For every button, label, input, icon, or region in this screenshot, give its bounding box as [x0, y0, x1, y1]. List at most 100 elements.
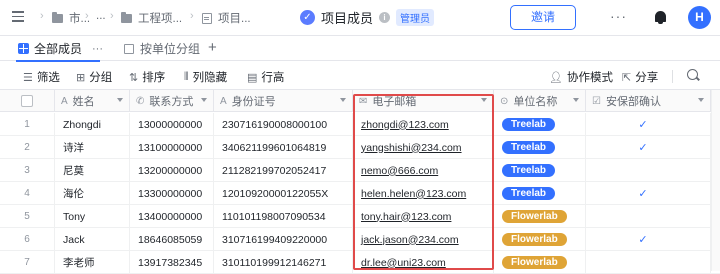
column-header-email[interactable]: ✉ 电子邮箱: [353, 90, 494, 112]
checkmark-icon[interactable]: ✓: [638, 187, 647, 200]
avatar[interactable]: H: [688, 6, 711, 29]
phone-cell[interactable]: 13200000000: [130, 159, 214, 182]
tab-more-icon[interactable]: ···: [92, 43, 103, 55]
group-button[interactable]: ⊞ 分组: [76, 69, 112, 85]
email-cell[interactable]: zhongdi@123.com: [353, 113, 494, 136]
company-cell[interactable]: Treelab: [494, 113, 586, 136]
security-confirm-cell[interactable]: ✓: [586, 182, 711, 205]
row-number-cell[interactable]: 2: [0, 136, 55, 159]
search-icon[interactable]: [687, 69, 698, 80]
column-header-company[interactable]: ⊙ 单位名称: [494, 90, 586, 112]
info-icon[interactable]: i: [379, 12, 391, 23]
add-view-button[interactable]: +: [208, 39, 217, 56]
name-cell[interactable]: 海伦: [55, 182, 130, 205]
security-confirm-cell[interactable]: [586, 205, 711, 228]
phone-cell[interactable]: 13000000000: [130, 113, 214, 136]
id-number-cell[interactable]: 310716199409220000: [214, 228, 353, 251]
user-icon: 👤︎: [549, 71, 563, 84]
email-link[interactable]: tony.hair@123.com: [361, 211, 451, 223]
name-cell[interactable]: Zhongdi: [55, 113, 130, 136]
breadcrumb-item-3[interactable]: 项目...: [202, 10, 251, 26]
company-cell[interactable]: Treelab: [494, 159, 586, 182]
email-link[interactable]: helen.helen@123.com: [361, 188, 466, 200]
id-number-cell[interactable]: 110101198007090534: [214, 205, 353, 228]
row-number-cell[interactable]: 6: [0, 228, 55, 251]
row-number-cell[interactable]: 3: [0, 159, 55, 182]
email-cell[interactable]: tony.hair@123.com: [353, 205, 494, 228]
phone-cell[interactable]: 13400000000: [130, 205, 214, 228]
single-select-icon: ⊙: [500, 95, 509, 107]
table-row[interactable]: 1 Zhongdi 13000000000 230716190008000100 zho…: [0, 113, 720, 136]
row-number-cell[interactable]: 4: [0, 182, 55, 205]
row-height-button[interactable]: ▤ 行高: [247, 69, 284, 85]
table-row[interactable]: 3 尼莫 13200000000 211282199702052417 nemo@666…: [0, 159, 720, 182]
tab-group-by-company[interactable]: 按单位分组: [124, 36, 200, 61]
phone-cell[interactable]: 18646085059: [130, 228, 214, 251]
name-cell[interactable]: Jack: [55, 228, 130, 251]
column-header-id-number[interactable]: A 身份证号: [214, 90, 353, 112]
notification-bell-icon[interactable]: [655, 11, 666, 24]
name-cell[interactable]: 诗洋: [55, 136, 130, 159]
security-confirm-cell[interactable]: ✓: [586, 228, 711, 251]
email-link[interactable]: zhongdi@123.com: [361, 119, 449, 131]
name-cell[interactable]: Tony: [55, 205, 130, 228]
company-cell[interactable]: Flowerlab: [494, 205, 586, 228]
id-number-cell[interactable]: 340621199601064819: [214, 136, 353, 159]
email-cell[interactable]: helen.helen@123.com: [353, 182, 494, 205]
more-options-icon[interactable]: ···: [610, 8, 627, 24]
id-number-cell[interactable]: 230716190008000100: [214, 113, 353, 136]
phone-cell[interactable]: 13300000000: [130, 182, 214, 205]
share-button[interactable]: ⇱ 分享: [622, 69, 658, 85]
chevron-down-icon[interactable]: [340, 98, 346, 102]
security-confirm-cell[interactable]: ✓: [586, 113, 711, 136]
table-row[interactable]: 4 海伦 13300000000 12010920000122055X helen.he…: [0, 182, 720, 205]
chevron-down-icon[interactable]: [481, 98, 487, 102]
row-number-cell[interactable]: 1: [0, 113, 55, 136]
id-number-cell[interactable]: 12010920000122055X: [214, 182, 353, 205]
id-number-cell[interactable]: 211282199702052417: [214, 159, 353, 182]
email-cell[interactable]: jack.jason@234.com: [353, 228, 494, 251]
row-number-cell[interactable]: 5: [0, 205, 55, 228]
company-cell[interactable]: Flowerlab: [494, 228, 586, 251]
name-cell[interactable]: 尼莫: [55, 159, 130, 182]
checkmark-icon[interactable]: ✓: [638, 233, 647, 246]
chevron-down-icon[interactable]: [201, 98, 207, 102]
breadcrumb-ellipsis[interactable]: ...: [96, 10, 106, 22]
hide-columns-button[interactable]: ⫴ 列隐藏: [184, 69, 227, 85]
page-title[interactable]: 项目成员: [321, 8, 373, 27]
company-cell[interactable]: Treelab: [494, 136, 586, 159]
sort-button[interactable]: ⇅ 排序: [129, 69, 165, 85]
invite-button[interactable]: 邀请: [510, 5, 576, 30]
table-row[interactable]: 2 诗洋 13100000000 340621199601064819 yangshis…: [0, 136, 720, 159]
tab-all-members[interactable]: 全部成员 ···: [8, 36, 108, 62]
column-header-name[interactable]: A 姓名: [55, 90, 130, 112]
chevron-down-icon[interactable]: [573, 98, 579, 102]
email-link[interactable]: jack.jason@234.com: [361, 234, 459, 246]
email-cell[interactable]: yangshishi@234.com: [353, 136, 494, 159]
email-link[interactable]: yangshishi@234.com: [361, 142, 462, 154]
email-link[interactable]: dr.lee@uni23.com: [361, 257, 446, 269]
phone-icon: ✆: [136, 95, 145, 107]
company-cell[interactable]: Treelab: [494, 182, 586, 205]
table-row[interactable]: 5 Tony 13400000000 110101198007090534 tony.h…: [0, 205, 720, 228]
security-confirm-cell[interactable]: ✓: [586, 136, 711, 159]
email-cell[interactable]: nemo@666.com: [353, 159, 494, 182]
chevron-down-icon[interactable]: [117, 98, 123, 102]
chevron-down-icon[interactable]: [698, 98, 704, 102]
checkmark-icon[interactable]: ✓: [638, 118, 647, 131]
checkmark-icon[interactable]: ✓: [638, 141, 647, 154]
select-all-checkbox[interactable]: [21, 95, 33, 107]
collab-mode-button[interactable]: 👤︎ 协作模式: [549, 69, 613, 85]
column-header-phone[interactable]: ✆ 联系方式: [130, 90, 214, 112]
bitable-icon: ✓: [300, 10, 315, 25]
column-header-security[interactable]: ☑ 安保部确认: [586, 90, 711, 112]
company-tag: Treelab: [502, 141, 556, 154]
email-link[interactable]: nemo@666.com: [361, 165, 438, 177]
security-confirm-cell[interactable]: [586, 159, 711, 182]
row-height-icon: ▤: [247, 71, 258, 84]
filter-button[interactable]: ☰ 筛选: [23, 69, 60, 85]
breadcrumb-item-2[interactable]: 工程项...: [121, 10, 182, 26]
table-row[interactable]: 6 Jack 18646085059 310716199409220000 jack.j…: [0, 228, 720, 251]
phone-cell[interactable]: 13100000000: [130, 136, 214, 159]
menu-icon[interactable]: [12, 11, 24, 23]
